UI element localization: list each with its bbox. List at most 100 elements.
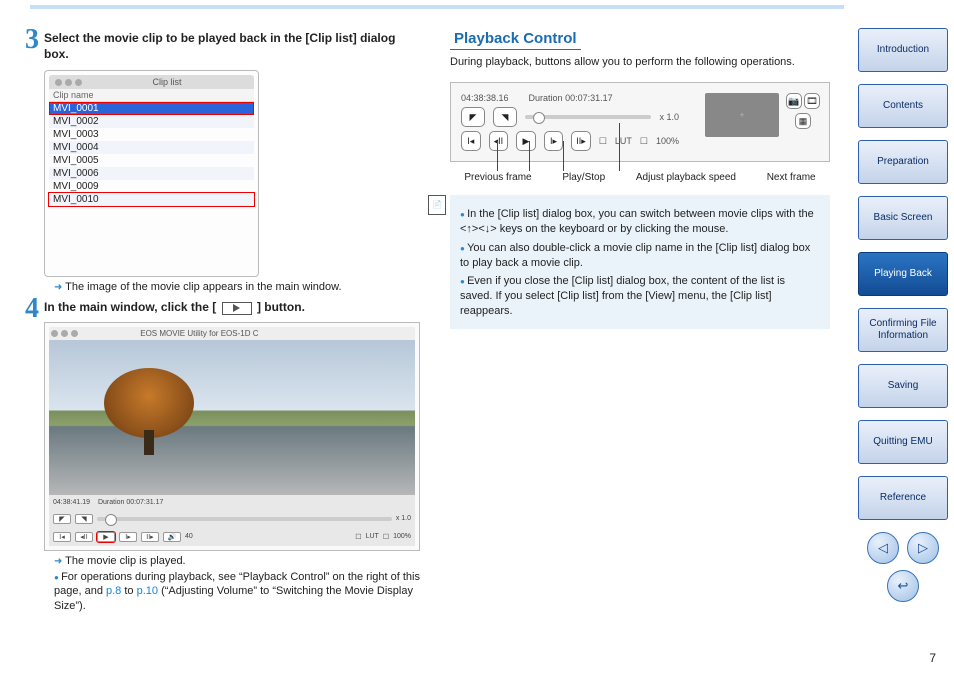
clip-row[interactable]: MVI_0002 xyxy=(49,115,254,128)
zoom-label: 100% xyxy=(656,136,679,146)
lut-label: LUT xyxy=(366,533,379,540)
next-frame-button[interactable]: I▸ xyxy=(119,532,137,542)
mark-in-button[interactable]: ◤ xyxy=(53,514,71,524)
main-window-player: EOS MOVIE Utility for EOS-1D C 04:38:41.… xyxy=(44,322,420,551)
play-icon xyxy=(222,302,252,315)
speed-label: x 1.0 xyxy=(659,112,679,122)
note-box: In the [Clip list] dialog box, you can s… xyxy=(450,195,830,329)
player-titlebar: EOS MOVIE Utility for EOS-1D C xyxy=(49,327,415,340)
callout-right-controls: 📷 🎞 ▦ xyxy=(785,93,821,129)
play-stop-button[interactable]: ▶ xyxy=(97,532,115,542)
player-controls-row1: 04:38:41.19 Duration 00:07:31.17 xyxy=(49,495,415,510)
note-item: In the [Clip list] dialog box, you can s… xyxy=(460,207,820,237)
step-4-note-2: For operations during playback, see “Pla… xyxy=(54,570,420,615)
tree-illustration xyxy=(104,368,194,438)
duration: Duration 00:07:31.17 xyxy=(529,93,613,103)
top-rule xyxy=(30,5,844,9)
clip-row[interactable]: MVI_0009 xyxy=(49,180,254,193)
return-button[interactable]: ↩ xyxy=(887,570,919,602)
clip-list-header: Clip name xyxy=(49,89,254,101)
step-number-3: 3 xyxy=(25,24,39,56)
speed-label: x 1.0 xyxy=(396,515,411,522)
prev-frame-button[interactable]: ◂II xyxy=(489,131,509,151)
next-frame-button[interactable]: I▸ xyxy=(544,131,564,151)
note-icon: 📄 xyxy=(428,195,446,215)
page-number: 7 xyxy=(929,651,936,665)
clip-row[interactable]: MVI_0003 xyxy=(49,128,254,141)
clip-list-dialog: Clip list Clip name MVI_0001 MVI_0002 MV… xyxy=(44,70,259,277)
playback-control-callout: 04:38:38.16 Duration 00:07:31.17 ◤ ◥ x 1… xyxy=(450,82,830,162)
step-3-title: Select the movie clip to be played back … xyxy=(44,30,420,62)
mark-out-button[interactable]: ◥ xyxy=(75,514,93,524)
note-item: You can also double-click a movie clip n… xyxy=(460,241,820,271)
nav-reference[interactable]: Reference xyxy=(858,476,948,520)
speed-slider[interactable] xyxy=(525,115,651,119)
clip-list-titlebar: Clip list xyxy=(49,75,254,89)
step-4-title: In the main window, click the [ ] button… xyxy=(44,299,420,315)
timecode: 04:38:41.19 xyxy=(53,499,90,506)
clip-row[interactable]: MVI_0005 xyxy=(49,154,254,167)
nav-introduction[interactable]: Introduction xyxy=(858,28,948,72)
next-page-button[interactable]: ▷ xyxy=(907,532,939,564)
nav-arrows: ◁ ▷ xyxy=(858,532,948,564)
note-item: Even if you close the [Clip list] dialog… xyxy=(460,274,820,319)
nav-saving[interactable]: Saving xyxy=(858,364,948,408)
nav-basic-screen[interactable]: Basic Screen xyxy=(858,196,948,240)
zoom-checkbox[interactable]: ☐ xyxy=(383,533,389,541)
step-3: 3 Select the movie clip to be played bac… xyxy=(30,30,420,293)
label-play-stop: Play/Stop xyxy=(562,172,605,183)
lut-checkbox[interactable]: ☐ xyxy=(599,136,607,147)
section-heading: Playback Control xyxy=(450,28,581,50)
clip-row[interactable]: MVI_0006 xyxy=(49,167,254,180)
player-controls-row3: I◂ ◂II ▶ I▸ II▸ 🔊 40 ☐ LUT ☐ 100% xyxy=(49,528,415,546)
window-traffic-lights xyxy=(51,330,78,337)
clip-list-title: Clip list xyxy=(152,77,181,87)
nav-contents[interactable]: Contents xyxy=(858,84,948,128)
layers-button[interactable]: ▦ xyxy=(795,113,811,129)
volume-button[interactable]: 🔊 xyxy=(163,532,181,542)
step-4: 4 In the main window, click the [ ] butt… xyxy=(30,299,420,614)
nav-playing-back[interactable]: Playing Back xyxy=(858,252,948,296)
thumbnail: + xyxy=(705,93,779,137)
prev-page-button[interactable]: ◁ xyxy=(867,532,899,564)
volume-value: 40 xyxy=(185,533,193,540)
callout-buttons-row: I◂ ◂II ▶ I▸ II▸ ☐ LUT ☐ 100% xyxy=(461,131,679,151)
capture-button[interactable]: 📷 xyxy=(786,93,802,109)
mark-out-button[interactable]: ◥ xyxy=(493,107,517,127)
label-speed: Adjust playback speed xyxy=(636,172,736,183)
filmstrip-button[interactable]: 🎞 xyxy=(804,93,820,109)
clip-row[interactable]: MVI_0010 xyxy=(49,193,254,206)
zoom-checkbox[interactable]: ☐ xyxy=(640,136,648,147)
tree-trunk xyxy=(144,430,154,455)
link-p10[interactable]: p.10 xyxy=(137,585,158,597)
prev-frame-button[interactable]: ◂II xyxy=(75,532,93,542)
callout-slider-row: ◤ ◥ x 1.0 xyxy=(461,107,679,127)
lut-label: LUT xyxy=(615,136,632,146)
clip-list-rows: MVI_0001 MVI_0002 MVI_0003 MVI_0004 MVI_… xyxy=(49,101,254,272)
video-canvas xyxy=(49,340,415,495)
window-traffic-lights xyxy=(55,79,82,86)
left-column: 3 Select the movie clip to be played bac… xyxy=(30,10,420,616)
duration: Duration 00:07:31.17 xyxy=(98,499,163,506)
timecode: 04:38:38.16 xyxy=(461,93,509,103)
nav-quitting-emu[interactable]: Quitting EMU xyxy=(858,420,948,464)
clip-row[interactable]: MVI_0001 xyxy=(49,102,254,115)
step-fwd-button[interactable]: II▸ xyxy=(141,532,159,542)
lut-checkbox[interactable]: ☐ xyxy=(355,533,361,541)
right-column: Playback Control During playback, button… xyxy=(450,10,830,616)
nav-confirming-file-information[interactable]: Confirming File Information xyxy=(858,308,948,352)
go-start-button[interactable]: I◂ xyxy=(461,131,481,151)
step-fwd-button[interactable]: II▸ xyxy=(571,131,591,151)
clip-row[interactable]: MVI_0004 xyxy=(49,141,254,154)
play-stop-button[interactable]: ▶ xyxy=(516,131,536,151)
sidebar-nav: Introduction Contents Preparation Basic … xyxy=(858,28,948,602)
mark-in-button[interactable]: ◤ xyxy=(461,107,485,127)
nav-preparation[interactable]: Preparation xyxy=(858,140,948,184)
link-p8[interactable]: p.8 xyxy=(106,585,121,597)
callout-labels: Previous frame Play/Stop Adjust playback… xyxy=(450,172,830,183)
go-start-button[interactable]: I◂ xyxy=(53,532,71,542)
label-prev-frame: Previous frame xyxy=(464,172,531,183)
step-3-note: The image of the movie clip appears in t… xyxy=(54,281,420,293)
step-4-note-1: The movie clip is played. xyxy=(54,555,420,567)
seek-slider[interactable] xyxy=(97,517,392,521)
